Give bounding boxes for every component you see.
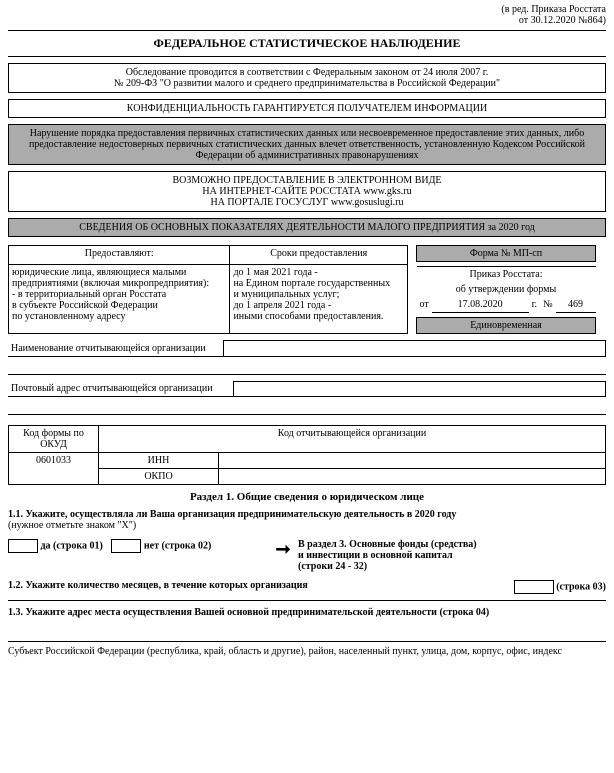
who-cell: юридические лица, являющиеся малыми пред… <box>9 264 230 333</box>
yes-label: да (строка 01) <box>41 540 103 551</box>
no-label: нет (строка 02) <box>144 540 211 551</box>
org-name-label: Наименование отчитывающейся организации <box>8 341 223 357</box>
org-name-input[interactable] <box>223 341 606 357</box>
okud-header: Код формы по ОКУД <box>9 426 99 453</box>
frequency-cell: Единовременная <box>417 318 596 334</box>
inn-label: ИНН <box>99 453 219 469</box>
violation-warning-box: Нарушение порядка предоставления первичн… <box>8 124 606 165</box>
col-header-deadline: Сроки предоставления <box>230 246 408 265</box>
question-1-3: 1.3. Укажите адрес места осуществления В… <box>8 607 606 618</box>
subject-hint: Субъект Российской Федерации (республика… <box>8 646 606 657</box>
org-name-line2[interactable] <box>8 361 606 375</box>
goto-section3-note: В раздел 3. Основные фонды (средства) и … <box>298 539 606 572</box>
header-note: (в ред. Приказа Росстата от 30.12.2020 №… <box>8 4 606 26</box>
okpo-input[interactable] <box>219 469 606 485</box>
section1-title: Раздел 1. Общие сведения о юридическом л… <box>8 491 606 503</box>
address-line-input[interactable] <box>8 628 606 642</box>
question-1-1-hint: (нужное отметьте знаком "Х") <box>8 520 606 531</box>
org-addr-label: Почтовый адрес отчитывающейся организаци… <box>8 381 233 397</box>
org-addr-input[interactable] <box>233 381 606 397</box>
org-addr-block: Почтовый адрес отчитывающейся организаци… <box>8 381 606 398</box>
deadline-cell: до 1 мая 2021 года - на Едином портале г… <box>230 264 408 333</box>
org-name-block: Наименование отчитывающейся организации <box>8 340 606 357</box>
org-addr-line2[interactable] <box>8 401 606 415</box>
main-title: ФЕДЕРАЛЬНОЕ СТАТИСТИЧЕСКОЕ НАБЛЮДЕНИЕ <box>8 33 606 54</box>
question-1-1: 1.1. Укажите, осуществляла ли Ваша орган… <box>8 509 606 520</box>
form-number-box: Форма № МП-сп Приказ Росстата: об утверж… <box>416 245 596 334</box>
form-info-title-box: СВЕДЕНИЯ ОБ ОСНОВНЫХ ПОКАЗАТЕЛЯХ ДЕЯТЕЛЬ… <box>8 218 606 237</box>
confidentiality-box: КОНФИДЕНЦИАЛЬНОСТЬ ГАРАНТИРУЕТСЯ ПОЛУЧАТ… <box>8 99 606 118</box>
okpo-label: ОКПО <box>99 469 219 485</box>
checkbox-no[interactable] <box>111 539 141 553</box>
okud-value: 0601033 <box>9 453 99 485</box>
survey-basis-box: Обследование проводится в соответствии с… <box>8 63 606 93</box>
form-number-header: Форма № МП-сп <box>417 246 596 262</box>
electronic-submission-box: ВОЗМОЖНО ПРЕДОСТАВЛЕНИЕ В ЭЛЕКТРОННОМ ВИ… <box>8 171 606 212</box>
col-header-who: Предоставляют: <box>9 246 230 265</box>
question-1-2: 1.2. Укажите количество месяцев, в течен… <box>8 580 308 591</box>
inn-input[interactable] <box>219 453 606 469</box>
months-input[interactable] <box>514 580 554 594</box>
codes-table: Код формы по ОКУД Код отчитывающейся орг… <box>8 425 606 485</box>
submission-table: Предоставляют: Сроки предоставления юрид… <box>8 245 408 334</box>
checkbox-yes[interactable] <box>8 539 38 553</box>
arrow-icon: ➞ <box>268 539 298 560</box>
line03-label: (строка 03) <box>556 581 606 592</box>
org-code-header: Код отчитывающейся организации <box>99 426 606 453</box>
